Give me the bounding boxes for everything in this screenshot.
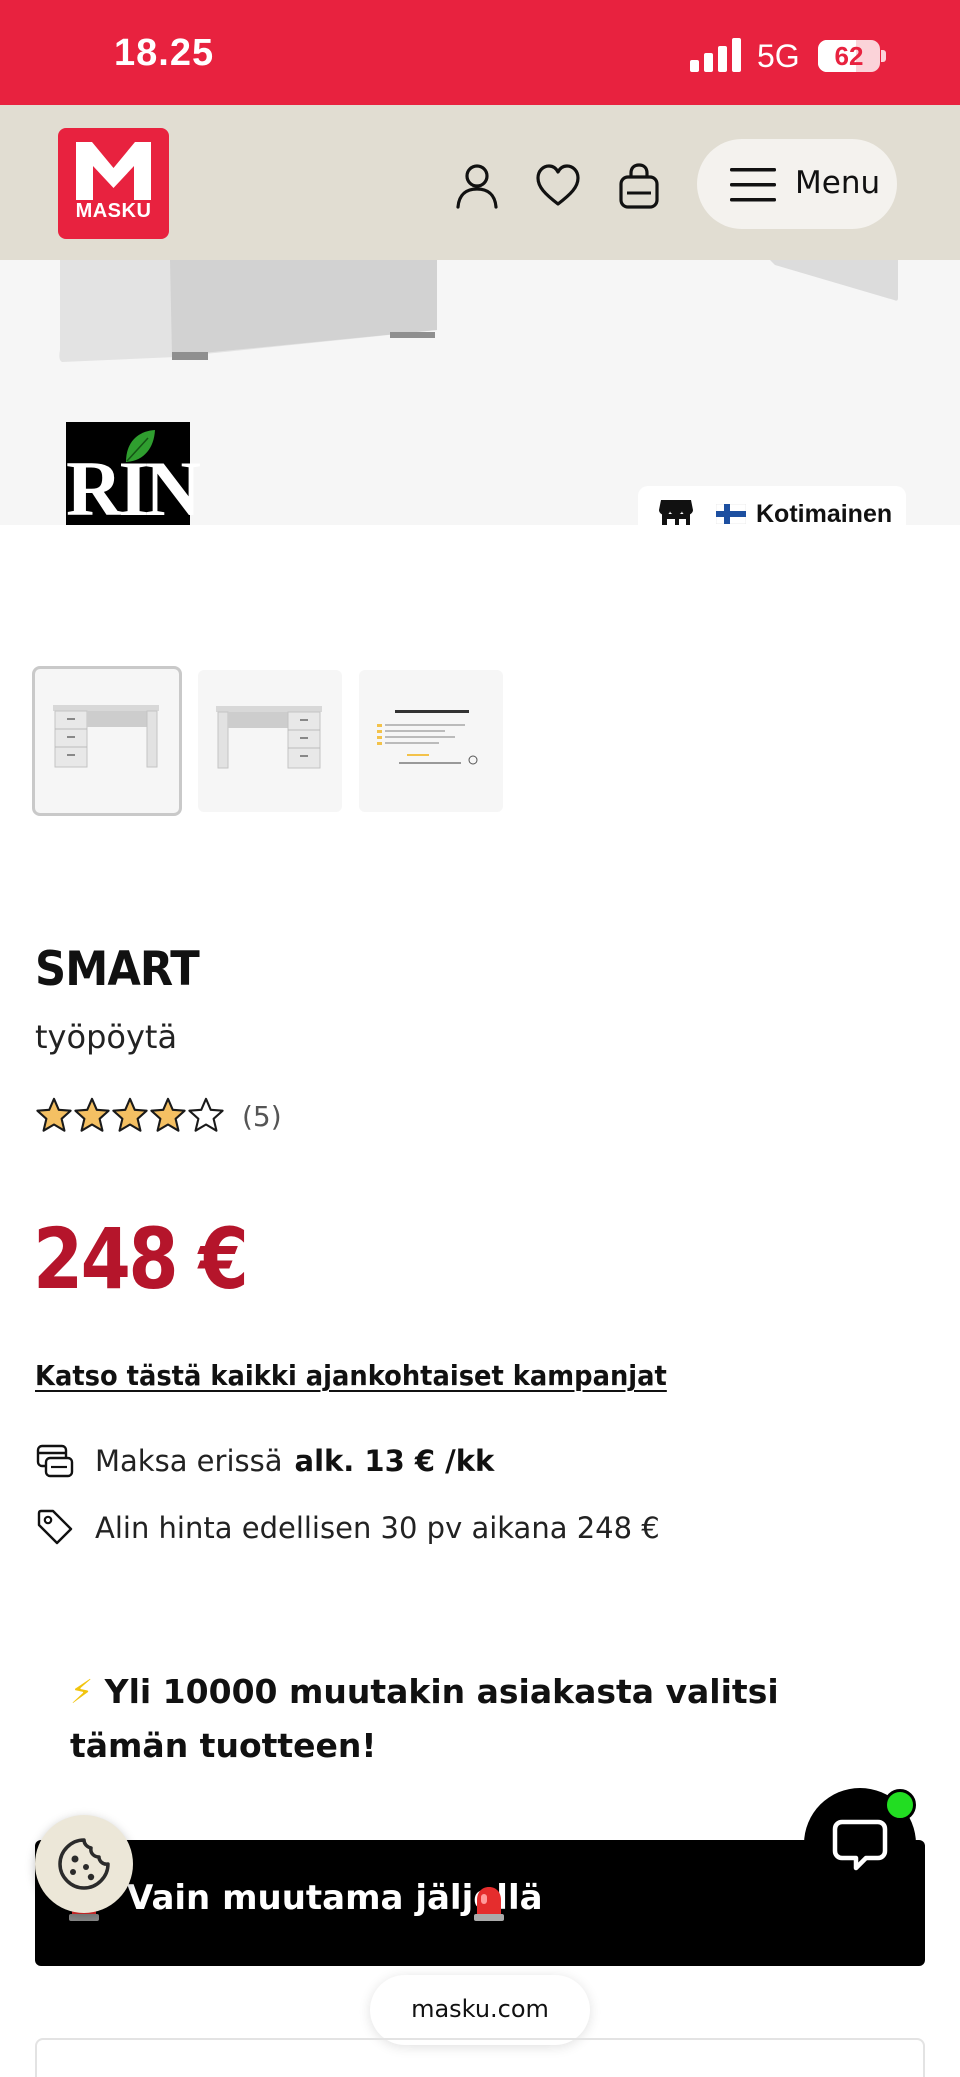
desk-thumbnail-alt-image	[216, 706, 322, 769]
heart-icon[interactable]	[535, 163, 581, 209]
cookie-icon	[58, 1838, 110, 1890]
online-status-dot	[884, 1789, 916, 1821]
battery-percent: 62	[834, 41, 864, 71]
status-time: 18.25	[114, 32, 215, 74]
leaf-icon	[126, 430, 155, 462]
info-card-thumbnail-image	[377, 710, 478, 765]
thumbnail-2[interactable]	[198, 670, 342, 812]
brand-logo: RIN	[66, 422, 201, 525]
campaigns-link[interactable]: Katso tästä kaikki ajankohtaiset kampanj…	[35, 1359, 667, 1392]
cookie-settings-button[interactable]	[35, 1815, 133, 1913]
thumbnail-3[interactable]	[359, 670, 503, 812]
menu-button[interactable]: Menu	[697, 139, 897, 229]
installment-row[interactable]: Maksa erissä alk. 13 € /kk	[35, 1440, 495, 1484]
user-icon[interactable]	[455, 163, 499, 209]
scarcity-banner: Vain muutama jäljellä	[35, 1840, 925, 1966]
bag-icon[interactable]	[617, 163, 661, 209]
store-icon	[659, 500, 693, 525]
installment-icon	[36, 1444, 74, 1478]
star-filled-icon	[150, 1097, 186, 1132]
desk-thumbnail-image	[53, 705, 159, 768]
product-title: SMART	[35, 942, 200, 997]
origin-badge: Kotimainen	[638, 486, 906, 525]
battery-icon: 62	[818, 40, 886, 72]
desk-image	[59, 260, 898, 362]
origin-label: Kotimainen	[756, 500, 893, 525]
star-filled-icon	[36, 1097, 72, 1132]
price-tag-icon	[37, 1509, 73, 1545]
product-type: työpöytä	[35, 1018, 178, 1056]
menu-label: Menu	[795, 165, 881, 201]
product-main-image[interactable]: RIN Kotimainen	[0, 260, 960, 525]
social-proof-message: Yli 10000 muutakin asiakasta valitsi täm…	[70, 1672, 779, 1765]
masku-logo[interactable]: MASKU	[58, 128, 169, 239]
chat-icon	[832, 1819, 888, 1871]
lowest-price-row: Alin hinta edellisen 30 pv aikana 248 €	[35, 1507, 665, 1551]
star-empty-icon	[188, 1097, 224, 1132]
siren-icon	[474, 1887, 504, 1921]
logo-text: MASKU	[75, 200, 152, 222]
lightning-icon: ⚡	[70, 1672, 94, 1711]
masku-m-icon	[76, 142, 151, 200]
signal-icon	[690, 38, 741, 72]
review-count[interactable]: (5)	[242, 1100, 282, 1133]
finland-flag-icon	[716, 504, 746, 524]
hamburger-icon	[730, 168, 776, 202]
rating-stars[interactable]	[35, 1096, 225, 1134]
thumbnail-1[interactable]	[32, 666, 182, 816]
next-section-card	[35, 2038, 925, 2077]
star-filled-icon	[112, 1097, 148, 1132]
status-bar: 18.25 5G 62	[0, 0, 960, 105]
browser-url-bar[interactable]: masku.com	[370, 1975, 590, 2045]
network-type: 5G	[757, 38, 800, 74]
installment-value: alk. 13 € /kk	[294, 1444, 495, 1478]
url-text: masku.com	[411, 1995, 549, 2023]
star-filled-icon	[74, 1097, 110, 1132]
site-header: MASKU Menu	[0, 105, 960, 260]
product-price: 248 €	[33, 1210, 249, 1308]
installment-label: Maksa erissä	[95, 1444, 283, 1478]
lowest-price-note: Alin hinta edellisen 30 pv aikana 248 €	[95, 1511, 660, 1545]
social-proof-text: ⚡ Yli 10000 muutakin asiakasta valitsi t…	[70, 1665, 870, 1773]
